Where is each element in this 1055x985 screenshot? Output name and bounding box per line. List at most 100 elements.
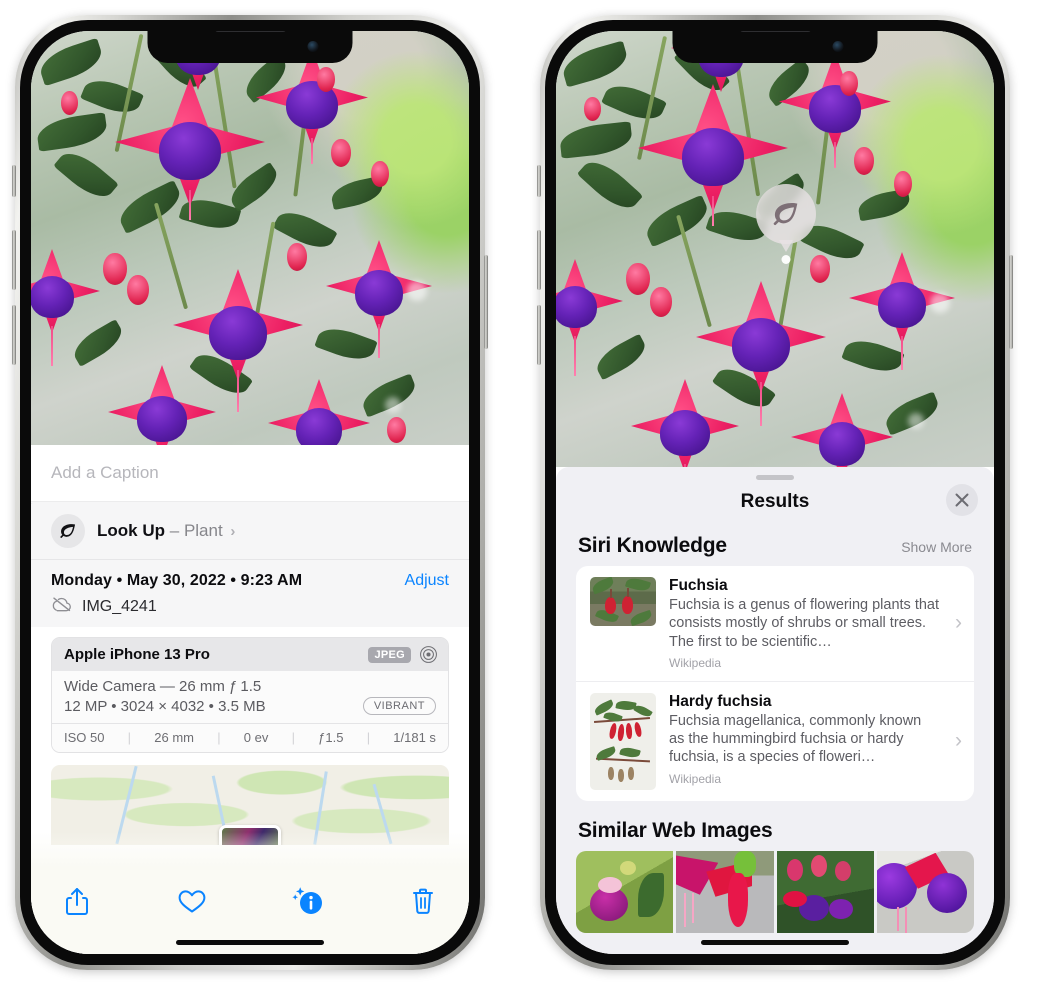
look-up-dash: – xyxy=(169,520,180,540)
web-image-1[interactable] xyxy=(576,850,674,933)
photographic-style-badge: VIBRANT xyxy=(362,697,436,715)
fuchsia-flower xyxy=(99,353,225,445)
web-image-3[interactable] xyxy=(776,850,874,933)
caption-placeholder: Add a Caption xyxy=(51,463,159,482)
adjust-button[interactable]: Adjust xyxy=(405,572,449,590)
exif-separator: | xyxy=(291,730,295,745)
power-button[interactable] xyxy=(484,255,488,349)
lens-info: Wide Camera — 26 mm ƒ 1.5 xyxy=(64,678,262,695)
show-more-button[interactable]: Show More xyxy=(901,539,972,555)
volume-down-button[interactable] xyxy=(12,305,16,365)
camera-card-body: Wide Camera — 26 mm ƒ 1.5 12 MP • 3024 ×… xyxy=(52,671,448,723)
flower-bud xyxy=(317,67,335,92)
flower-bud xyxy=(61,91,78,115)
caption-input[interactable]: Add a Caption xyxy=(31,445,469,501)
flower-bud xyxy=(650,287,672,317)
photo-date: Monday • May 30, 2022 • 9:23 AM xyxy=(51,572,303,589)
flower-bud xyxy=(103,253,127,285)
knowledge-description: Fuchsia is a genus of flowering plants t… xyxy=(669,597,940,650)
flower-bud xyxy=(584,97,601,121)
look-up-row[interactable]: ✦ ✦ Look Up – Plant › xyxy=(31,497,469,559)
leaf-icon xyxy=(756,184,816,244)
exif-shutter-speed: 1/181 s xyxy=(393,730,436,745)
volume-up-button[interactable] xyxy=(537,230,541,290)
front-camera xyxy=(832,41,844,52)
knowledge-body: Fuchsia Fuchsia is a genus of flowering … xyxy=(669,577,940,670)
volume-up-button[interactable] xyxy=(12,230,16,290)
device-notch xyxy=(147,31,353,63)
fuchsia-flower xyxy=(259,367,379,445)
flower-bud xyxy=(387,417,406,443)
home-indicator[interactable] xyxy=(701,940,849,945)
photo-viewer[interactable] xyxy=(556,31,994,467)
chevron-right-icon: › xyxy=(955,611,962,635)
share-button[interactable] xyxy=(57,882,97,920)
results-header: Results xyxy=(556,480,994,524)
info-button[interactable] xyxy=(288,882,328,920)
bubble-anchor-dot xyxy=(781,255,791,264)
bubble-tail xyxy=(779,240,793,252)
close-button[interactable] xyxy=(946,484,978,516)
flower-bud xyxy=(626,263,650,295)
siri-knowledge-header: Siri Knowledge Show More xyxy=(556,524,994,566)
web-image-4[interactable] xyxy=(876,850,974,933)
similar-web-images-header: Similar Web Images xyxy=(556,801,994,851)
knowledge-title: Hardy fuchsia xyxy=(669,692,772,710)
camera-device-name: Apple iPhone 13 Pro xyxy=(64,646,210,663)
flower-bud xyxy=(894,171,912,197)
exif-focal-length: 26 mm xyxy=(154,730,194,745)
fuchsia-flower xyxy=(31,237,107,366)
exif-aperture: ƒ1.5 xyxy=(318,730,344,745)
camera-card-header: Apple iPhone 13 Pro JPEG xyxy=(52,638,448,671)
knowledge-body: Hardy fuchsia Fuchsia magellanica, commo… xyxy=(669,693,940,786)
exif-separator: | xyxy=(366,730,371,745)
power-button[interactable] xyxy=(1009,255,1013,349)
bokeh-dot xyxy=(407,281,427,301)
sheet-fade-overlay xyxy=(31,832,469,868)
cloud-slash-icon xyxy=(51,596,73,617)
results-sheet: Results Siri Knowledge Show More Fuchsia… xyxy=(556,467,994,954)
hardy-fuchsia-specimen-thumbnail xyxy=(590,692,656,790)
flower-bud xyxy=(127,275,149,305)
home-indicator[interactable] xyxy=(176,940,324,945)
delete-button[interactable] xyxy=(403,882,443,920)
flower-bud xyxy=(810,255,830,283)
aperture-icon xyxy=(419,645,438,664)
silent-switch[interactable] xyxy=(12,165,16,197)
favorite-button[interactable] xyxy=(172,882,212,920)
knowledge-result-row[interactable]: Hardy fuchsia Fuchsia magellanica, commo… xyxy=(576,680,974,801)
section-title: Siri Knowledge xyxy=(578,534,727,557)
section-title: Similar Web Images xyxy=(578,818,773,842)
fuchsia-flower xyxy=(556,247,630,376)
fuchsia-flower xyxy=(622,367,748,467)
exif-separator: | xyxy=(217,730,221,745)
look-up-label: Look Up – Plant › xyxy=(97,521,235,541)
knowledge-description: Fuchsia magellanica, commonly known as t… xyxy=(669,712,922,766)
flower-bud xyxy=(854,147,874,175)
iphone-left: Add a Caption ✦ ✦ Look Up – xyxy=(12,15,488,970)
similar-web-images-strip[interactable] xyxy=(576,850,974,933)
metadata-block: Monday • May 30, 2022 • 9:23 AM Adjust I… xyxy=(31,559,469,627)
bokeh-dot xyxy=(908,413,924,429)
screen-left: Add a Caption ✦ ✦ Look Up – xyxy=(31,31,469,954)
camera-info-card[interactable]: Apple iPhone 13 Pro JPEG Wide Camera — 2… xyxy=(51,637,449,753)
photo-info-sheet: Add a Caption ✦ ✦ Look Up – xyxy=(31,445,469,954)
iphone-right: Results Siri Knowledge Show More Fuchsia… xyxy=(537,15,1013,970)
format-badge: JPEG xyxy=(368,646,411,663)
flower-bud xyxy=(840,71,858,96)
front-camera xyxy=(307,41,319,52)
look-up-title: Look Up xyxy=(97,520,165,540)
device-notch xyxy=(672,31,878,63)
web-image-2[interactable] xyxy=(676,850,774,933)
device-bezel: Results Siri Knowledge Show More Fuchsia… xyxy=(545,20,1005,965)
silent-switch[interactable] xyxy=(537,165,541,197)
volume-down-button[interactable] xyxy=(537,305,541,365)
visual-lookup-bubble[interactable] xyxy=(756,184,816,264)
knowledge-result-row[interactable]: Fuchsia Fuchsia is a genus of flowering … xyxy=(576,566,974,681)
earpiece-speaker xyxy=(214,31,286,32)
photo-viewer[interactable] xyxy=(31,31,469,445)
leaf-icon xyxy=(51,513,85,548)
screenshot-stage: Add a Caption ✦ ✦ Look Up – xyxy=(0,0,1055,985)
flower-bud xyxy=(331,139,351,167)
flower-bud xyxy=(287,243,307,271)
